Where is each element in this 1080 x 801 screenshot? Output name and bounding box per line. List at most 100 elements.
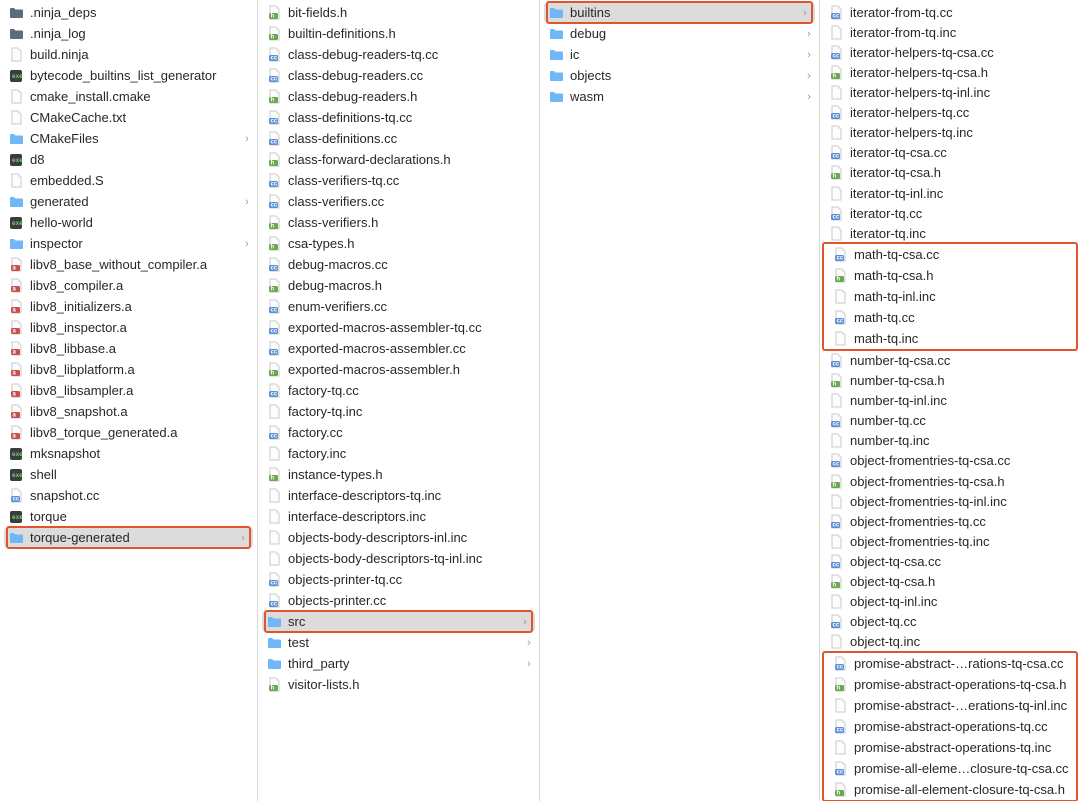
list-item[interactable]: object-fromentries-tq.inc xyxy=(820,531,1080,551)
list-item[interactable]: hobject-tq-csa.h xyxy=(820,572,1080,592)
list-item[interactable]: hinstance-types.h xyxy=(258,464,539,485)
list-item[interactable]: iterator-tq-inl.inc xyxy=(820,183,1080,203)
list-item[interactable]: ccnumber-tq-csa.cc xyxy=(820,350,1080,370)
list-item[interactable]: ccclass-verifiers.cc xyxy=(258,191,539,212)
list-item[interactable]: hiterator-helpers-tq-csa.h xyxy=(820,62,1080,82)
list-item[interactable]: objects› xyxy=(540,65,819,86)
list-item[interactable]: objects-body-descriptors-tq-inl.inc xyxy=(258,548,539,569)
list-item[interactable]: alibv8_snapshot.a xyxy=(0,401,257,422)
list-item[interactable]: alibv8_libsampler.a xyxy=(0,380,257,401)
list-item[interactable]: debug› xyxy=(540,23,819,44)
list-item[interactable]: ccmath-tq-csa.cc xyxy=(824,244,1076,265)
list-item[interactable]: ccobject-tq-csa.cc xyxy=(820,551,1080,571)
list-item[interactable]: cmake_install.cmake xyxy=(0,86,257,107)
list-item[interactable]: third_party› xyxy=(258,653,539,674)
list-item[interactable]: ccclass-debug-readers-tq.cc xyxy=(258,44,539,65)
list-item[interactable]: alibv8_inspector.a xyxy=(0,317,257,338)
list-item[interactable]: ccclass-definitions-tq.cc xyxy=(258,107,539,128)
list-item[interactable]: hcsa-types.h xyxy=(258,233,539,254)
list-item[interactable]: alibv8_compiler.a xyxy=(0,275,257,296)
list-item[interactable]: object-tq.inc xyxy=(820,632,1080,652)
list-item[interactable]: ccpromise-abstract-operations-tq.cc xyxy=(824,716,1076,737)
list-item[interactable]: hclass-debug-readers.h xyxy=(258,86,539,107)
list-item[interactable]: src› xyxy=(262,611,535,632)
list-item[interactable]: cciterator-helpers-tq-csa.cc xyxy=(820,42,1080,62)
list-item[interactable]: ccmath-tq.cc xyxy=(824,307,1076,328)
list-item[interactable]: test› xyxy=(258,632,539,653)
list-item[interactable]: iterator-tq.inc xyxy=(820,223,1080,243)
list-item[interactable]: iterator-helpers-tq-inl.inc xyxy=(820,82,1080,102)
list-item[interactable]: inspector› xyxy=(0,233,257,254)
list-item[interactable]: ccobjects-printer.cc xyxy=(258,590,539,611)
list-item[interactable]: torque-generated› xyxy=(4,527,253,548)
list-item[interactable]: hpromise-all-element-closure-tq-csa.h xyxy=(824,779,1076,800)
list-item[interactable]: math-tq.inc xyxy=(824,328,1076,349)
list-item[interactable]: ccfactory.cc xyxy=(258,422,539,443)
list-item[interactable]: ccclass-verifiers-tq.cc xyxy=(258,170,539,191)
list-item[interactable]: factory.inc xyxy=(258,443,539,464)
list-item[interactable]: execshell xyxy=(0,464,257,485)
list-item[interactable]: execmksnapshot xyxy=(0,443,257,464)
list-item[interactable]: .ninja_log xyxy=(0,23,257,44)
list-item[interactable]: execd8 xyxy=(0,149,257,170)
list-item[interactable]: ccdebug-macros.cc xyxy=(258,254,539,275)
list-item[interactable]: hvisitor-lists.h xyxy=(258,674,539,695)
list-item[interactable]: hexported-macros-assembler.h xyxy=(258,359,539,380)
list-item[interactable]: ccsnapshot.cc xyxy=(0,485,257,506)
list-item[interactable]: ccobject-fromentries-tq.cc xyxy=(820,511,1080,531)
list-item[interactable]: exectorque xyxy=(0,506,257,527)
list-item[interactable]: iterator-helpers-tq.inc xyxy=(820,123,1080,143)
list-item[interactable]: wasm› xyxy=(540,86,819,107)
list-item[interactable]: ccexported-macros-assembler.cc xyxy=(258,338,539,359)
list-item[interactable]: cciterator-tq-csa.cc xyxy=(820,143,1080,163)
list-item[interactable]: ccenum-verifiers.cc xyxy=(258,296,539,317)
list-item[interactable]: hobject-fromentries-tq-csa.h xyxy=(820,471,1080,491)
list-item[interactable]: object-fromentries-tq-inl.inc xyxy=(820,491,1080,511)
list-item[interactable]: build.ninja xyxy=(0,44,257,65)
list-item[interactable]: alibv8_libplatform.a xyxy=(0,359,257,380)
list-item[interactable]: iterator-from-tq.inc xyxy=(820,22,1080,42)
list-item[interactable]: generated› xyxy=(0,191,257,212)
list-item[interactable]: ccnumber-tq.cc xyxy=(820,411,1080,431)
list-item[interactable]: exechello-world xyxy=(0,212,257,233)
list-item[interactable]: number-tq.inc xyxy=(820,431,1080,451)
list-item[interactable]: interface-descriptors-tq.inc xyxy=(258,485,539,506)
list-item[interactable]: ccpromise-abstract-…rations-tq-csa.cc xyxy=(824,653,1076,674)
list-item[interactable]: cciterator-tq.cc xyxy=(820,203,1080,223)
list-item[interactable]: ccpromise-all-eleme…closure-tq-csa.cc xyxy=(824,758,1076,779)
list-item[interactable]: hdebug-macros.h xyxy=(258,275,539,296)
list-item[interactable]: ccclass-debug-readers.cc xyxy=(258,65,539,86)
list-item[interactable]: ccclass-definitions.cc xyxy=(258,128,539,149)
list-item[interactable]: promise-abstract-…erations-tq-inl.inc xyxy=(824,695,1076,716)
list-item[interactable]: alibv8_base_without_compiler.a xyxy=(0,254,257,275)
list-item[interactable]: ic› xyxy=(540,44,819,65)
list-item[interactable]: hmath-tq-csa.h xyxy=(824,265,1076,286)
list-item[interactable]: hnumber-tq-csa.h xyxy=(820,370,1080,390)
list-item[interactable]: ccobjects-printer-tq.cc xyxy=(258,569,539,590)
list-item[interactable]: CMakeCache.txt xyxy=(0,107,257,128)
list-item[interactable]: interface-descriptors.inc xyxy=(258,506,539,527)
list-item[interactable]: execbytecode_builtins_list_generator xyxy=(0,65,257,86)
list-item[interactable]: objects-body-descriptors-inl.inc xyxy=(258,527,539,548)
list-item[interactable]: hbuiltin-definitions.h xyxy=(258,23,539,44)
list-item[interactable]: ccobject-tq.cc xyxy=(820,612,1080,632)
list-item[interactable]: ccfactory-tq.cc xyxy=(258,380,539,401)
list-item[interactable]: cciterator-from-tq.cc xyxy=(820,2,1080,22)
list-item[interactable]: hclass-forward-declarations.h xyxy=(258,149,539,170)
list-item[interactable]: factory-tq.inc xyxy=(258,401,539,422)
list-item[interactable]: ccobject-fromentries-tq-csa.cc xyxy=(820,451,1080,471)
list-item[interactable]: hclass-verifiers.h xyxy=(258,212,539,233)
list-item[interactable]: promise-abstract-operations-tq.inc xyxy=(824,737,1076,758)
list-item[interactable]: ccexported-macros-assembler-tq.cc xyxy=(258,317,539,338)
list-item[interactable]: alibv8_libbase.a xyxy=(0,338,257,359)
list-item[interactable]: hiterator-tq-csa.h xyxy=(820,163,1080,183)
list-item[interactable]: builtins› xyxy=(544,2,815,23)
list-item[interactable]: hpromise-abstract-operations-tq-csa.h xyxy=(824,674,1076,695)
list-item[interactable]: .ninja_deps xyxy=(0,2,257,23)
list-item[interactable]: CMakeFiles› xyxy=(0,128,257,149)
list-item[interactable]: object-tq-inl.inc xyxy=(820,592,1080,612)
list-item[interactable]: number-tq-inl.inc xyxy=(820,391,1080,411)
list-item[interactable]: hbit-fields.h xyxy=(258,2,539,23)
list-item[interactable]: cciterator-helpers-tq.cc xyxy=(820,103,1080,123)
list-item[interactable]: math-tq-inl.inc xyxy=(824,286,1076,307)
